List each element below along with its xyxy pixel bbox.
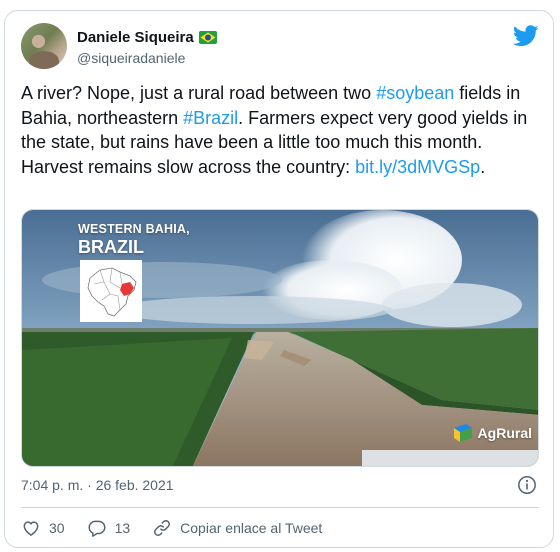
brazil-map-icon <box>80 260 142 322</box>
reply-button[interactable]: 13 <box>87 518 131 538</box>
agrural-brand-name: AgRural <box>477 425 532 441</box>
short-url-link[interactable]: bit.ly/3dMVGSp <box>355 157 480 177</box>
location-line-2: BRAZIL <box>78 237 144 257</box>
brazil-flag-icon <box>198 31 217 44</box>
like-button[interactable]: 30 <box>21 518 65 538</box>
hashtag-soybean-link[interactable]: #soybean <box>376 83 454 103</box>
agrural-watermark: AgRural <box>452 422 532 444</box>
info-icon[interactable] <box>517 475 537 495</box>
tweet-actions-bar: 30 13 Copiar enlace al Tweet <box>21 515 344 541</box>
tweet-text-segment: A river? Nope, just a rural road between… <box>21 83 377 103</box>
photo-location-label: WESTERN BAHIA, BRAZIL <box>78 222 190 258</box>
hashtag-brazil-link[interactable]: #Brazil <box>183 108 238 128</box>
author-display-name-text[interactable]: Daniele Siqueira <box>77 29 194 46</box>
tweet-header: Daniele Siqueira @siqueiradaniele <box>21 21 539 71</box>
link-chain-icon <box>154 520 171 536</box>
author-names[interactable]: Daniele Siqueira @siqueiradaniele <box>77 29 217 66</box>
tweet-text-segment: . <box>480 156 486 177</box>
agrural-logo-icon <box>453 424 472 442</box>
tweet-text: A river? Nope, just a rural road between… <box>21 81 541 179</box>
tweet-media-photo[interactable]: WESTERN BAHIA, BRAZIL AgRural <box>21 209 539 467</box>
location-line-1: WESTERN BAHIA, <box>78 222 190 236</box>
author-display-name[interactable]: Daniele Siqueira <box>77 29 217 46</box>
tweet-timestamp[interactable]: 7:04 p. m. · 26 feb. 2021 <box>21 477 174 493</box>
reply-bubble-icon <box>88 520 106 537</box>
reply-count: 13 <box>114 520 131 536</box>
copy-link-label: Copiar enlace al Tweet <box>180 520 323 536</box>
like-count: 30 <box>49 520 65 536</box>
author-handle[interactable]: @siqueiradaniele <box>77 50 217 66</box>
heart-icon <box>23 521 39 536</box>
copy-link-button[interactable]: Copiar enlace al Tweet <box>152 518 322 538</box>
twitter-bird-icon[interactable] <box>513 25 539 47</box>
actions-divider <box>21 507 539 508</box>
tweet-card[interactable]: Daniele Siqueira @siqueiradaniele A rive… <box>4 10 554 548</box>
avatar[interactable] <box>21 23 67 69</box>
